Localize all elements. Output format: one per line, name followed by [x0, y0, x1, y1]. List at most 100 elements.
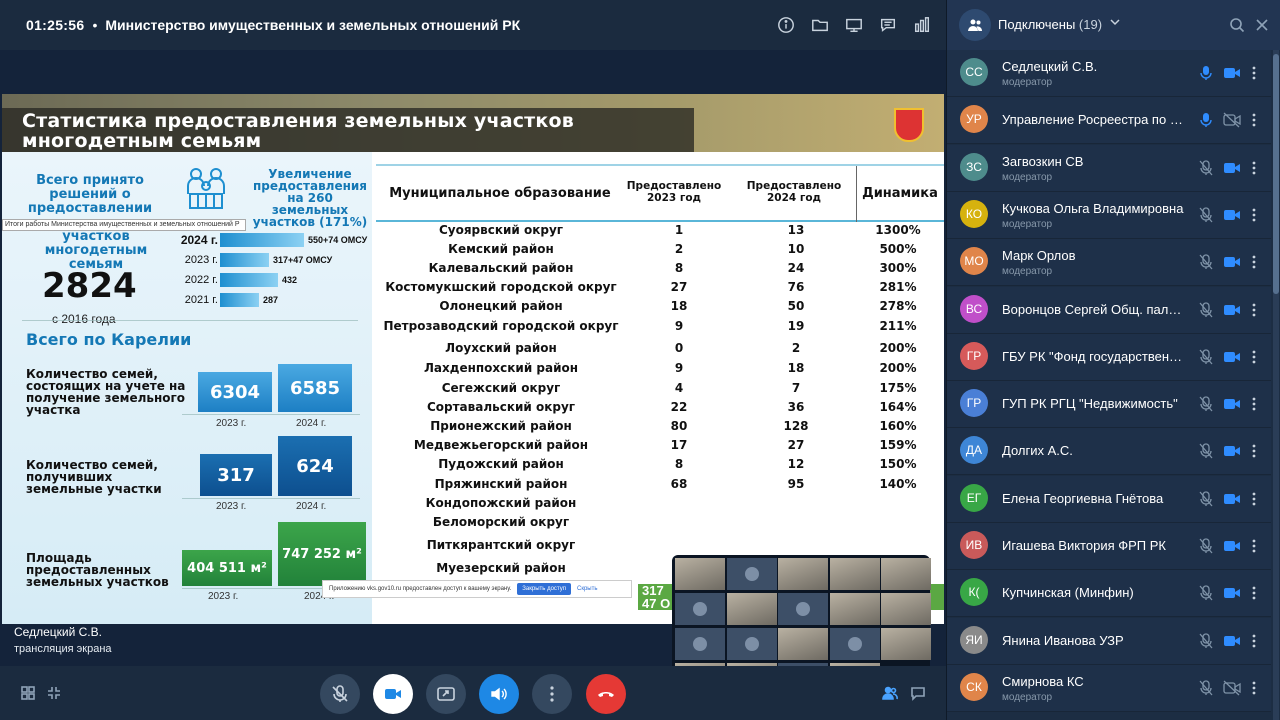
microphone-off-icon[interactable]	[1199, 349, 1213, 365]
camera-icon[interactable]	[1223, 254, 1241, 270]
camera-icon[interactable]	[1223, 65, 1241, 81]
microphone-icon[interactable]	[1199, 65, 1213, 81]
camera-icon	[385, 689, 401, 699]
video-tile[interactable]	[726, 558, 777, 590]
participant-item[interactable]: ГР ГУП РК РГЦ "Недвижимость"	[947, 381, 1271, 429]
participant-item[interactable]: ДА Долгих А.С.	[947, 428, 1271, 476]
video-tile[interactable]	[829, 628, 880, 660]
speaker-button[interactable]	[479, 674, 519, 714]
camera-icon[interactable]	[1223, 538, 1241, 554]
participant-item[interactable]: СС Седлецкий С.В. модератор	[947, 50, 1271, 97]
video-tile[interactable]	[726, 593, 777, 625]
participant-item[interactable]: К(Купчинская (Минфин)	[947, 570, 1271, 618]
camera-icon[interactable]	[1223, 160, 1241, 176]
participant-item[interactable]: УР Управление Росреестра по Ре...	[947, 97, 1271, 145]
more-icon[interactable]	[1249, 112, 1259, 128]
camera-icon[interactable]	[1223, 633, 1241, 649]
participant-item[interactable]: МО Марк Орлов модератор	[947, 239, 1271, 287]
microphone-off-icon[interactable]	[1199, 207, 1213, 223]
grid-view-icon[interactable]	[20, 685, 36, 701]
camera-icon[interactable]	[1223, 443, 1241, 459]
microphone-off-icon[interactable]	[1199, 254, 1213, 270]
more-icon[interactable]	[1249, 207, 1259, 223]
camera-button[interactable]	[373, 674, 413, 714]
participant-item[interactable]: ИВ Игашева Виктория ФРП РК	[947, 523, 1271, 570]
camera-icon[interactable]	[1223, 585, 1241, 601]
chevron-down-icon[interactable]	[1109, 16, 1121, 28]
more-icon[interactable]	[1249, 491, 1259, 507]
stats-icon[interactable]	[912, 15, 932, 35]
microphone-off-icon[interactable]	[1199, 538, 1213, 554]
search-icon[interactable]	[1229, 17, 1245, 33]
participants-icon[interactable]	[882, 685, 898, 701]
video-tile[interactable]	[778, 593, 828, 625]
participant-item[interactable]: СК Смирнова КС модератор	[947, 664, 1271, 712]
more-icon[interactable]	[1249, 443, 1259, 459]
video-tile[interactable]	[726, 628, 777, 660]
chat-icon[interactable]	[878, 15, 898, 35]
microphone-icon[interactable]	[1199, 112, 1213, 128]
more-icon[interactable]	[1249, 349, 1259, 365]
value-2024-cell: 7	[791, 381, 801, 395]
microphone-off-icon[interactable]	[1199, 443, 1213, 459]
close-icon[interactable]	[1254, 17, 1270, 33]
municipality-cell: Пудожский район	[438, 457, 564, 471]
scrollbar-thumb[interactable]	[1273, 54, 1279, 294]
participant-item[interactable]: ЕГ Елена Георгиевна Гнётова	[947, 475, 1271, 523]
more-button[interactable]	[532, 674, 572, 714]
microphone-off-icon[interactable]	[1199, 680, 1213, 696]
participant-item[interactable]: ЯИ Янина Иванова УЗР	[947, 617, 1271, 665]
camera-icon[interactable]	[1223, 491, 1241, 507]
microphone-off-icon[interactable]	[1199, 396, 1213, 412]
video-tile[interactable]	[881, 628, 931, 660]
microphone-off-icon[interactable]	[1199, 491, 1213, 507]
camera-icon[interactable]	[1223, 396, 1241, 412]
camera-icon[interactable]	[1223, 302, 1241, 318]
video-tile[interactable]	[829, 593, 880, 625]
more-icon[interactable]	[1249, 254, 1259, 270]
participant-item[interactable]: ВС Воронцов Сергей Общ. палат...	[947, 286, 1271, 334]
close-access-button[interactable]: Закрыть доступ	[517, 583, 571, 595]
share-screen-button[interactable]	[426, 674, 466, 714]
info-icon[interactable]	[776, 15, 796, 35]
more-icon[interactable]	[1249, 302, 1259, 318]
video-tile[interactable]	[778, 628, 828, 660]
participants-scrollbar[interactable]	[1273, 50, 1279, 720]
more-icon[interactable]	[1249, 65, 1259, 81]
video-tile[interactable]	[881, 558, 931, 590]
participant-item[interactable]: КО Кучкова Ольга Владимировна модератор	[947, 191, 1271, 239]
video-tile[interactable]	[778, 558, 828, 590]
microphone-off-icon[interactable]	[1199, 585, 1213, 601]
more-icon[interactable]	[1249, 160, 1259, 176]
video-tile[interactable]	[881, 593, 931, 625]
participant-role: модератор	[1002, 266, 1053, 278]
camera-off-icon[interactable]	[1223, 680, 1241, 696]
more-icon[interactable]	[1249, 633, 1259, 649]
camera-icon[interactable]	[1223, 207, 1241, 223]
hangup-button[interactable]	[586, 674, 626, 714]
microphone-off-icon[interactable]	[1199, 301, 1213, 318]
more-icon[interactable]	[1249, 680, 1259, 696]
participant-item[interactable]: ГР ГБУ РК "Фонд государственно...	[947, 333, 1271, 381]
more-icon[interactable]	[1249, 538, 1259, 554]
video-tile[interactable]	[675, 593, 725, 625]
participant-item[interactable]: ЗС Загвозкин СВ модератор	[947, 144, 1271, 192]
video-tile[interactable]	[829, 558, 880, 590]
video-tile[interactable]	[675, 558, 725, 590]
hide-notice-link[interactable]: Скрыть	[577, 586, 597, 592]
chat-icon[interactable]	[910, 685, 926, 701]
camera-off-icon[interactable]	[1223, 112, 1241, 128]
video-tile[interactable]	[675, 628, 725, 660]
more-icon[interactable]	[1249, 396, 1259, 412]
more-icon[interactable]	[1249, 585, 1259, 601]
microphone-off-icon[interactable]	[1199, 632, 1213, 649]
camera-icon[interactable]	[1223, 349, 1241, 365]
microphone-off-button[interactable]	[320, 674, 360, 714]
folder-icon[interactable]	[810, 15, 830, 35]
collapse-icon[interactable]	[46, 685, 62, 701]
microphone-off-icon[interactable]	[1199, 159, 1213, 176]
value-2023-cell: 22	[670, 400, 688, 414]
screen-share-stage: Статистика предоставления земельных учас…	[0, 50, 946, 699]
year-value: 287	[263, 294, 279, 305]
screen-share-icon[interactable]	[844, 15, 864, 35]
